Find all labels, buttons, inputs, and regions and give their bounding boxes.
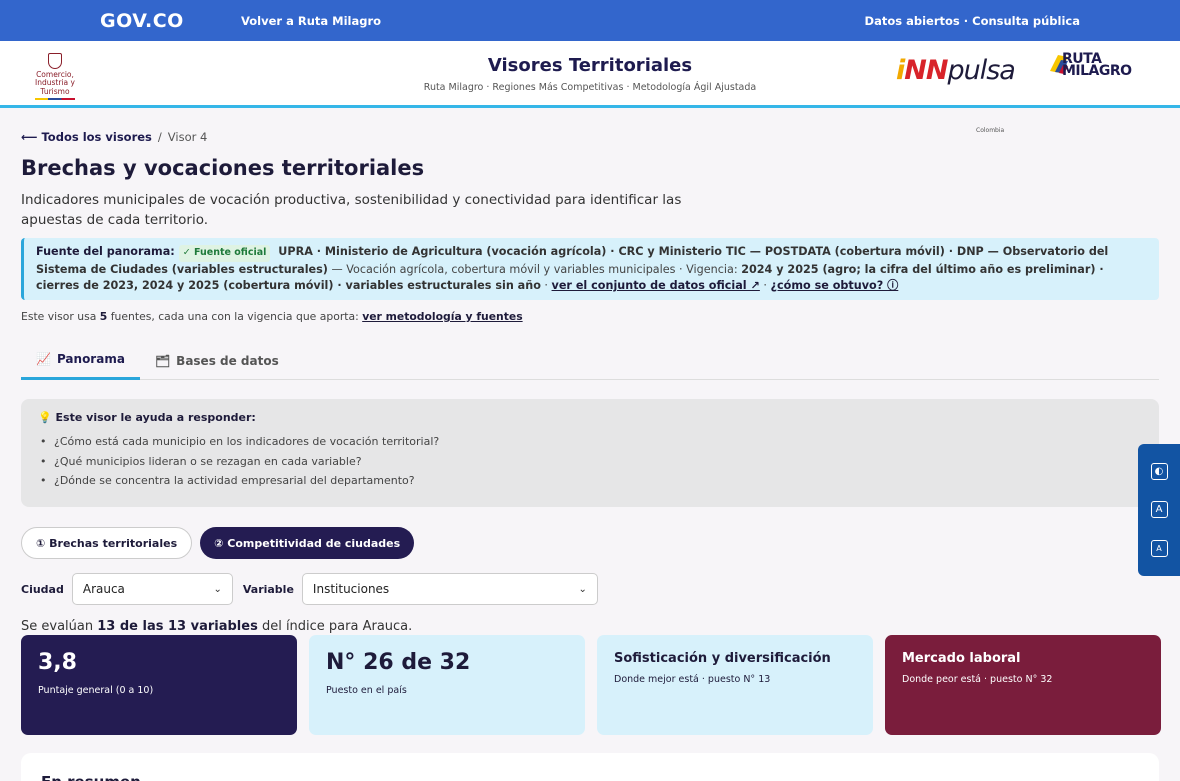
breadcrumb: ⟵ Todos los visores / Visor 4	[21, 130, 1159, 144]
score-label: Puntaje general (0 a 10)	[38, 685, 154, 696]
rank-label: Puesto en el país	[326, 685, 407, 696]
tab-databases[interactable]: 🗂 Bases de datos	[140, 341, 294, 380]
evaluation-text: Se evalúan 13 de las 13 variables del ín…	[21, 619, 413, 634]
brechas-territoriales-button[interactable]: ① Brechas territoriales	[21, 527, 193, 559]
evaluation-count: 13 de las 13 variables	[97, 619, 258, 634]
competitividad-ciudades-button[interactable]: ② Competitividad de ciudades	[200, 527, 415, 559]
source-topics: Vocación agrícola, cobertura móvil y var…	[346, 262, 742, 276]
page-title: Brechas y vocaciones territoriales	[21, 156, 425, 180]
worst-variable-label: Donde peor está · puesto N° 32	[902, 674, 1053, 685]
rank-value: N° 26 de 32	[326, 650, 471, 675]
variable-select[interactable]: Instituciones ⌄	[301, 573, 598, 605]
gov-co-logo[interactable]: GOV.CO	[100, 10, 241, 32]
helper-box: 💡 Este visor le ayuda a responder: ¿Cómo…	[21, 399, 1159, 507]
tab-panorama-label: Panorama	[56, 352, 125, 366]
list-item: ¿Cómo está cada municipio en los indicad…	[38, 432, 1142, 452]
source-dash: —	[327, 262, 347, 276]
site-header: Comercio, Industria y Turismo Visores Te…	[0, 41, 1180, 134]
ruta-logo-text: RUTA MILAGRO	[1062, 51, 1132, 79]
best-variable-name: Sofisticación y diversificación	[614, 651, 831, 666]
view-tabs: 📈 Panorama 🗂 Bases de datos	[21, 341, 1159, 380]
gov-bar: GOV.CO Volver a Ruta Milagro Datos abier…	[0, 0, 1180, 41]
summary-section: En resumen	[21, 753, 1159, 781]
city-select[interactable]: Arauca ⌄	[71, 573, 233, 605]
best-variable-card: Sofisticación y diversificación Donde me…	[597, 635, 873, 735]
score-card: 3,8 Puntaje general (0 a 10)	[21, 635, 297, 735]
breadcrumb-current: Visor 4	[167, 130, 208, 144]
increase-font-icon[interactable]: A	[1150, 501, 1168, 519]
summary-title: En resumen	[41, 773, 1139, 781]
chart-icon: 📈	[36, 352, 51, 366]
city-select-value: Arauca	[82, 582, 125, 596]
city-label: Ciudad	[21, 582, 64, 596]
source-sep-2: ·	[759, 279, 771, 292]
official-dataset-link[interactable]: ver el conjunto de datos oficial ↗	[552, 279, 760, 292]
rank-card: N° 26 de 32 Puesto en el país	[309, 635, 585, 735]
list-item: ¿Qué municipios lideran o se rezagan en …	[38, 452, 1142, 472]
methodology-link[interactable]: ver metodología y fuentes	[362, 310, 522, 323]
accessibility-widget: ◐ A A	[1138, 444, 1180, 576]
source-sep-1: ·	[540, 279, 552, 292]
flag-stripe	[35, 97, 75, 100]
score-value: 3,8	[38, 650, 77, 675]
sources-note: Este visor usa 5 fuentes, cada una con l…	[21, 310, 523, 323]
folder-icon: 🗂	[154, 353, 171, 368]
variable-label: Variable	[242, 582, 294, 596]
decrease-font-icon[interactable]: A	[1150, 540, 1168, 558]
back-to-ruta-link[interactable]: Volver a Ruta Milagro	[241, 14, 381, 28]
mode-pills: ① Brechas territoriales ② Competitividad…	[21, 527, 1159, 559]
breadcrumb-separator: /	[157, 130, 162, 144]
variable-select-value: Instituciones	[312, 582, 390, 596]
page-description: Indicadores municipales de vocación prod…	[21, 192, 682, 228]
list-item: ¿Dónde se concentra la actividad empresa…	[38, 471, 1142, 491]
tab-databases-label: Bases de datos	[176, 353, 279, 368]
kpi-cards: 3,8 Puntaje general (0 a 10) N° 26 de 32…	[21, 635, 1161, 735]
helper-title: 💡 Este visor le ayuda a responder:	[38, 411, 256, 424]
open-data-links[interactable]: Datos abiertos · Consulta pública	[865, 14, 1080, 28]
breadcrumb-all-viewers[interactable]: ⟵ Todos los visores	[21, 130, 152, 144]
tab-panorama[interactable]: 📈 Panorama	[21, 341, 140, 380]
chevron-down-icon: ⌄	[578, 583, 587, 595]
helper-questions: ¿Cómo está cada municipio en los indicad…	[38, 432, 1142, 491]
innpulsa-logo[interactable]: iNNpulsa	[896, 55, 1016, 86]
lightbulb-icon: 💡	[38, 411, 52, 424]
worst-variable-name: Mercado laboral	[902, 651, 1021, 666]
best-variable-label: Donde mejor está · puesto N° 13	[614, 674, 771, 685]
contrast-icon[interactable]: ◐	[1150, 462, 1168, 480]
chevron-down-icon: ⌄	[213, 583, 222, 595]
official-source-badge: ✓ Fuente oficial	[178, 245, 271, 262]
filters: Ciudad Arauca ⌄ Variable Instituciones ⌄	[21, 573, 1159, 605]
how-obtained-link[interactable]: ¿cómo se obtuvo? ⓘ	[771, 279, 899, 292]
source-box: Fuente del panorama: ✓ Fuente oficial UPR…	[21, 238, 1159, 300]
source-label: Fuente del panorama:	[36, 245, 175, 258]
main-content: ⟵ Todos los visores / Visor 4 Brechas y …	[21, 130, 1161, 781]
worst-variable-card: Mercado laboral Donde peor está · puesto…	[885, 635, 1161, 735]
